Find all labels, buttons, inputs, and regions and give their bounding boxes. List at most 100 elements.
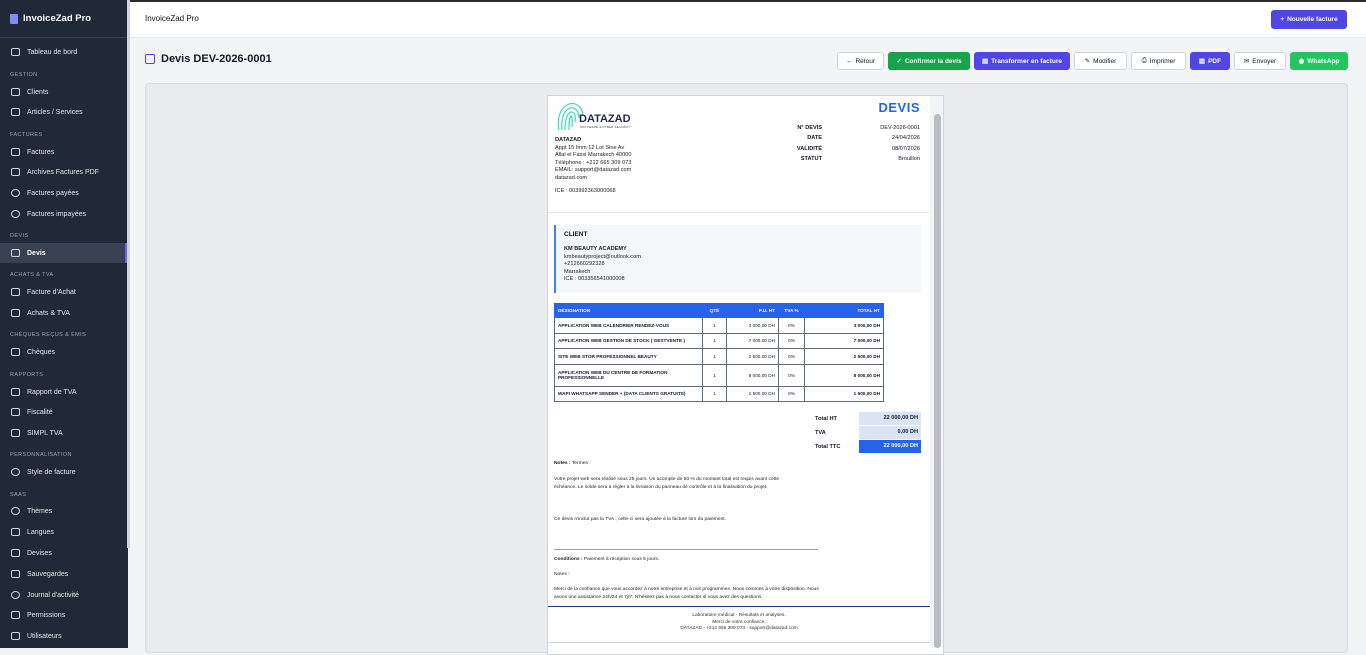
cell-qty: 1 (702, 317, 727, 334)
sidebar-item-fiscalite[interactable]: Fiscalité (0, 402, 128, 422)
col-unit-price: P.U. HT (726, 303, 779, 318)
sidebar-item-factures[interactable]: Factures (0, 142, 128, 162)
history-icon (11, 591, 20, 599)
client-ice: ICE : 003356541000008 (564, 276, 625, 283)
check-circle-icon (11, 189, 20, 197)
sidebar-item-label: Journal d'activité (27, 591, 79, 599)
table-row: APPLICATION WEB CALENDRIER RENDEZ-VOUS 1 3… (554, 317, 884, 334)
footer-line-1: Laboratoire médical - Résultats et analy… (692, 613, 786, 618)
meta-row: VALIDITÉ 08/07/2026 (760, 144, 920, 154)
thanks-text: Merci de la confiance que vous accordez … (554, 587, 819, 600)
total-ttc-label: Total TTC (815, 443, 841, 450)
divider (548, 212, 930, 213)
sidebar-item-style[interactable]: Style de facture (0, 462, 128, 482)
quote-meta: N° DEVIS DEV-2026-0001 DATE 24/04/2026 VAL… (760, 123, 920, 164)
meta-key: DATE (807, 135, 822, 142)
section-saas: SAAS (10, 492, 27, 498)
document-heading: DEVIS (878, 100, 920, 115)
document-scrollbar-thumb[interactable] (934, 114, 941, 648)
key-icon (11, 611, 20, 619)
exclamation-circle-icon (11, 210, 20, 218)
section-cheques: CHÈQUES REÇUS & ÉMIS (10, 332, 87, 338)
sidebar-item-rapport-tva[interactable]: Rapport de TVA (0, 382, 128, 402)
sidebar-item-label: Style de facture (27, 468, 76, 476)
notes-secondary-label: Notes : (554, 572, 570, 577)
topbar: InvoiceZad Pro (130, 0, 1366, 38)
sidebar-item-impayees[interactable]: Factures impayées (0, 204, 128, 224)
tva-row: TVA 0,00 DH (815, 426, 921, 439)
tva-label: TVA (815, 429, 826, 436)
cell-designation: WAPI WHATSAPP SENDER + (DATA CLIENTS GRA… (554, 385, 703, 402)
meta-value: 08/07/2026 (892, 145, 920, 152)
plus-icon: + (1280, 16, 1285, 23)
sidebar-item-themes[interactable]: Thèmes (0, 501, 128, 521)
company-address-2: Allal el Fassi Marrakech 40000 (555, 152, 632, 159)
cell-designation: APPLICATION WEB CALENDRIER RENDEZ-VOUS (554, 317, 703, 334)
total-ht-label: Total HT (815, 415, 837, 422)
print-button[interactable]: ⎙ Imprimer (1131, 52, 1186, 70)
whatsapp-button[interactable]: ◉ WhatsApp (1290, 52, 1348, 70)
report-icon (11, 388, 20, 396)
sidebar-item-achats-tva[interactable]: Achats & TVA (0, 303, 128, 323)
col-designation: DÉSIGNATION (554, 303, 703, 318)
sidebar-item-label: SIMPL TVA (27, 429, 63, 437)
notes-label: Notes : (554, 461, 571, 466)
sidebar-item-facture-achat[interactable]: Facture d'Achat (0, 282, 128, 302)
tva-value: 0,00 DH (859, 426, 921, 439)
notes-heading: Notes : Termes : (554, 460, 794, 468)
sidebar-item-devis[interactable]: Devis (0, 243, 128, 263)
cart-icon (11, 309, 20, 317)
total-ttc-value: 22 000,00 DH (859, 440, 921, 453)
client-label: CLIENT (564, 231, 588, 238)
col-tva: TVA % (778, 303, 805, 318)
meta-key: STATUT (800, 155, 822, 162)
sidebar-item-label: Langues (27, 528, 54, 536)
sidebar-item-archives[interactable]: Archives Factures PDF (0, 162, 128, 182)
cell-unit-price: 1 500,00 DH (726, 385, 779, 402)
new-invoice-button[interactable]: + Nouvelle facture (1271, 10, 1347, 29)
total-ttc-row: Total TTC 22 000,00 DH (815, 440, 921, 453)
sidebar-item-permissions[interactable]: Permissions (0, 605, 128, 625)
notes-terms: Termes : (571, 461, 591, 466)
section-factures: FACTURES (10, 132, 43, 138)
send-button[interactable]: ✉ Envoyer (1234, 52, 1286, 70)
footer-line-2: Merci de votre confiance. (712, 620, 766, 625)
sidebar-item-label: Chèques (27, 348, 56, 356)
meta-key: N° DEVIS (797, 125, 822, 131)
send-label: Envoyer (1252, 57, 1277, 65)
meta-row: DATE 24/04/2026 (760, 133, 920, 143)
sidebar-item-cheques[interactable]: Chèques (0, 342, 128, 362)
pdf-button[interactable]: ▤ PDF (1190, 52, 1230, 70)
company-block: DATAZAD Appt 15 Imm 12 Lot Sine Av Allal… (555, 137, 631, 195)
sidebar-item-langues[interactable]: Langues (0, 522, 128, 542)
brand[interactable]: InvoiceZad Pro (0, 0, 128, 38)
total-ht-value: 22 000,00 DH (859, 412, 921, 425)
client-details: KM BEAUTY ACADEMY kmbeautyproject@outloo… (564, 246, 641, 284)
back-button[interactable]: ← Retour (837, 52, 884, 70)
sidebar-item-dashboard[interactable]: Tableau de bord (0, 42, 128, 62)
confirm-button[interactable]: ✓ Confirmer la devis (888, 52, 970, 70)
sidebar-item-label: Clients (27, 88, 49, 96)
sidebar-item-payees[interactable]: Factures payées (0, 183, 128, 203)
sidebar-item-journal[interactable]: Journal d'activité (0, 585, 128, 605)
meta-row: STATUT Brouillon (760, 154, 920, 164)
edit-button[interactable]: ✎ Modifier (1074, 52, 1127, 70)
sidebar-item-sauvegardes[interactable]: Sauvegardes (0, 564, 128, 584)
sidebar-item-simpl[interactable]: SIMPL TVA (0, 423, 128, 443)
invoice-logo-icon (10, 13, 18, 24)
company-site: datazad.com (555, 174, 588, 181)
sidebar-item-utilisateurs[interactable]: Utilisateurs (0, 626, 128, 646)
convert-to-invoice-button[interactable]: ▤ Transformer en facture (974, 52, 1070, 70)
sidebar-item-articles[interactable]: Articles / Services (0, 102, 128, 122)
sidebar-scrollbar[interactable] (127, 0, 130, 548)
users-icon (11, 88, 20, 96)
bank-icon (11, 408, 20, 416)
sidebar-item-clients[interactable]: Clients (0, 82, 128, 102)
conditions-label: Conditions : (554, 557, 583, 562)
page-title-text: Devis DEV-2026-0001 (161, 53, 272, 65)
meta-row: N° DEVIS DEV-2026-0001 (760, 123, 920, 133)
palette-icon (11, 468, 20, 476)
sidebar-item-devises[interactable]: Devises (0, 543, 128, 563)
col-qty: QTÉ (702, 303, 727, 318)
cell-qty: 1 (702, 363, 727, 387)
